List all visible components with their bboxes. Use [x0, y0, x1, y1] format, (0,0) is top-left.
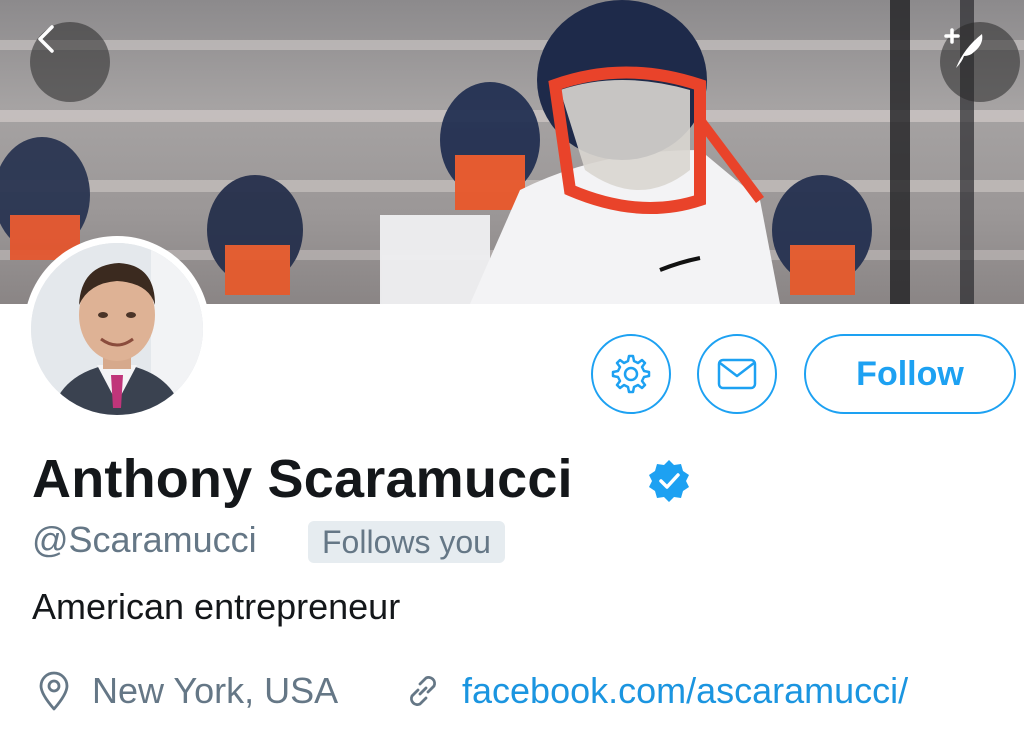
profile-bio: American entrepreneur	[32, 586, 401, 627]
follow-button[interactable]: Follow	[804, 334, 1016, 414]
profile-website-link[interactable]: facebook.com/ascaramucci/	[462, 670, 908, 712]
avatar-photo	[31, 243, 203, 415]
compose-tweet-button[interactable]	[940, 22, 1020, 102]
gear-icon	[611, 354, 651, 394]
link-icon	[410, 676, 436, 706]
chevron-left-icon	[38, 25, 54, 53]
back-button[interactable]	[30, 22, 110, 102]
profile-handle: @Scaramucci	[32, 519, 257, 560]
avatar[interactable]	[24, 236, 210, 422]
profile-settings-button[interactable]	[591, 334, 671, 414]
direct-message-button[interactable]	[697, 334, 777, 414]
display-name: Anthony Scaramucci	[32, 449, 573, 509]
location-pin-icon	[39, 671, 69, 711]
profile-location: New York, USA	[92, 670, 339, 711]
envelope-icon	[717, 358, 757, 390]
verified-badge-icon	[649, 460, 689, 502]
compose-tweet-icon	[944, 28, 983, 68]
follows-you-badge: Follows you	[308, 521, 505, 563]
